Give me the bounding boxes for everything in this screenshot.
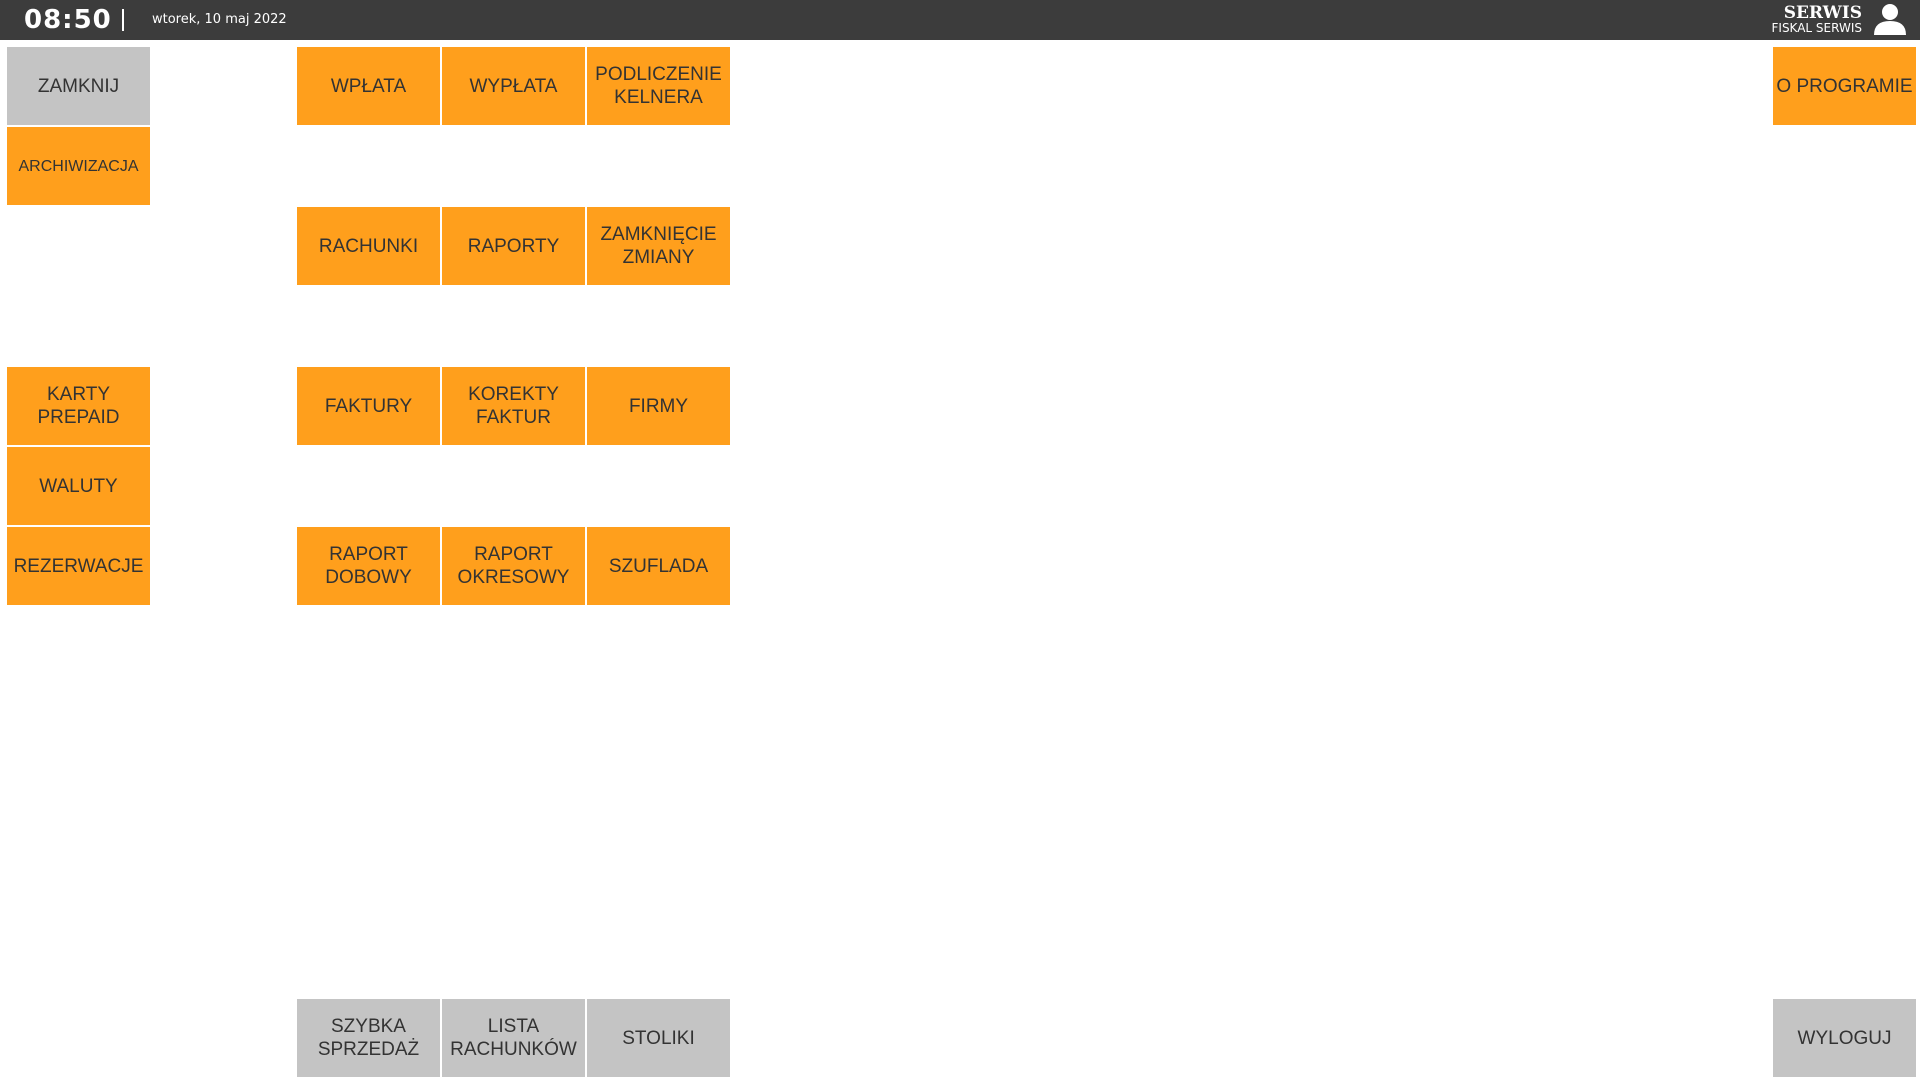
- szuflada-button[interactable]: SZUFLADA: [587, 527, 730, 605]
- stoliki-button[interactable]: STOLIKI: [587, 999, 730, 1077]
- faktury-button[interactable]: FAKTURY: [297, 367, 440, 445]
- o-programie-button[interactable]: O PROGRAMIE: [1773, 47, 1916, 125]
- user-icon[interactable]: [1872, 2, 1908, 36]
- wyloguj-button[interactable]: WYLOGUJ: [1773, 999, 1916, 1077]
- wplata-button[interactable]: WPŁATA: [297, 47, 440, 125]
- clock-divider: [122, 9, 124, 31]
- szybka-sprzedaz-button[interactable]: SZYBKA SPRZEDAŻ: [297, 999, 440, 1077]
- archiwizacja-button[interactable]: ARCHIWIZACJA: [7, 127, 150, 205]
- zamknij-button[interactable]: ZAMKNIJ: [7, 47, 150, 125]
- raport-dobowy-button[interactable]: RAPORT DOBOWY: [297, 527, 440, 605]
- clock: 08:50: [24, 5, 112, 35]
- lista-rachunkow-button[interactable]: LISTA RACHUNKÓW: [442, 999, 585, 1077]
- rezerwacje-button[interactable]: REZERWACJE: [7, 527, 150, 605]
- date-label: wtorek, 10 maj 2022: [152, 12, 287, 27]
- user-info: SERWIS FISKAL SERWIS: [1772, 4, 1863, 35]
- waluty-button[interactable]: WALUTY: [7, 447, 150, 525]
- raporty-button[interactable]: RAPORTY: [442, 207, 585, 285]
- raport-okresowy-button[interactable]: RAPORT OKRESOWY: [442, 527, 585, 605]
- user-name: SERWIS: [1783, 3, 1862, 23]
- podliczenie-kelnera-button[interactable]: PODLICZENIE KELNERA: [587, 47, 730, 125]
- rachunki-button[interactable]: RACHUNKI: [297, 207, 440, 285]
- user-subtitle: FISKAL SERWIS: [1771, 21, 1863, 35]
- karty-prepaid-button[interactable]: KARTY PREPAID: [7, 367, 150, 445]
- firmy-button[interactable]: FIRMY: [587, 367, 730, 445]
- zamkniecie-zmiany-button[interactable]: ZAMKNIĘCIE ZMIANY: [587, 207, 730, 285]
- korekty-faktur-button[interactable]: KOREKTY FAKTUR: [442, 367, 585, 445]
- wyplata-button[interactable]: WYPŁATA: [442, 47, 585, 125]
- top-bar: 08:50 wtorek, 10 maj 2022 SERWIS FISKAL …: [0, 0, 1920, 40]
